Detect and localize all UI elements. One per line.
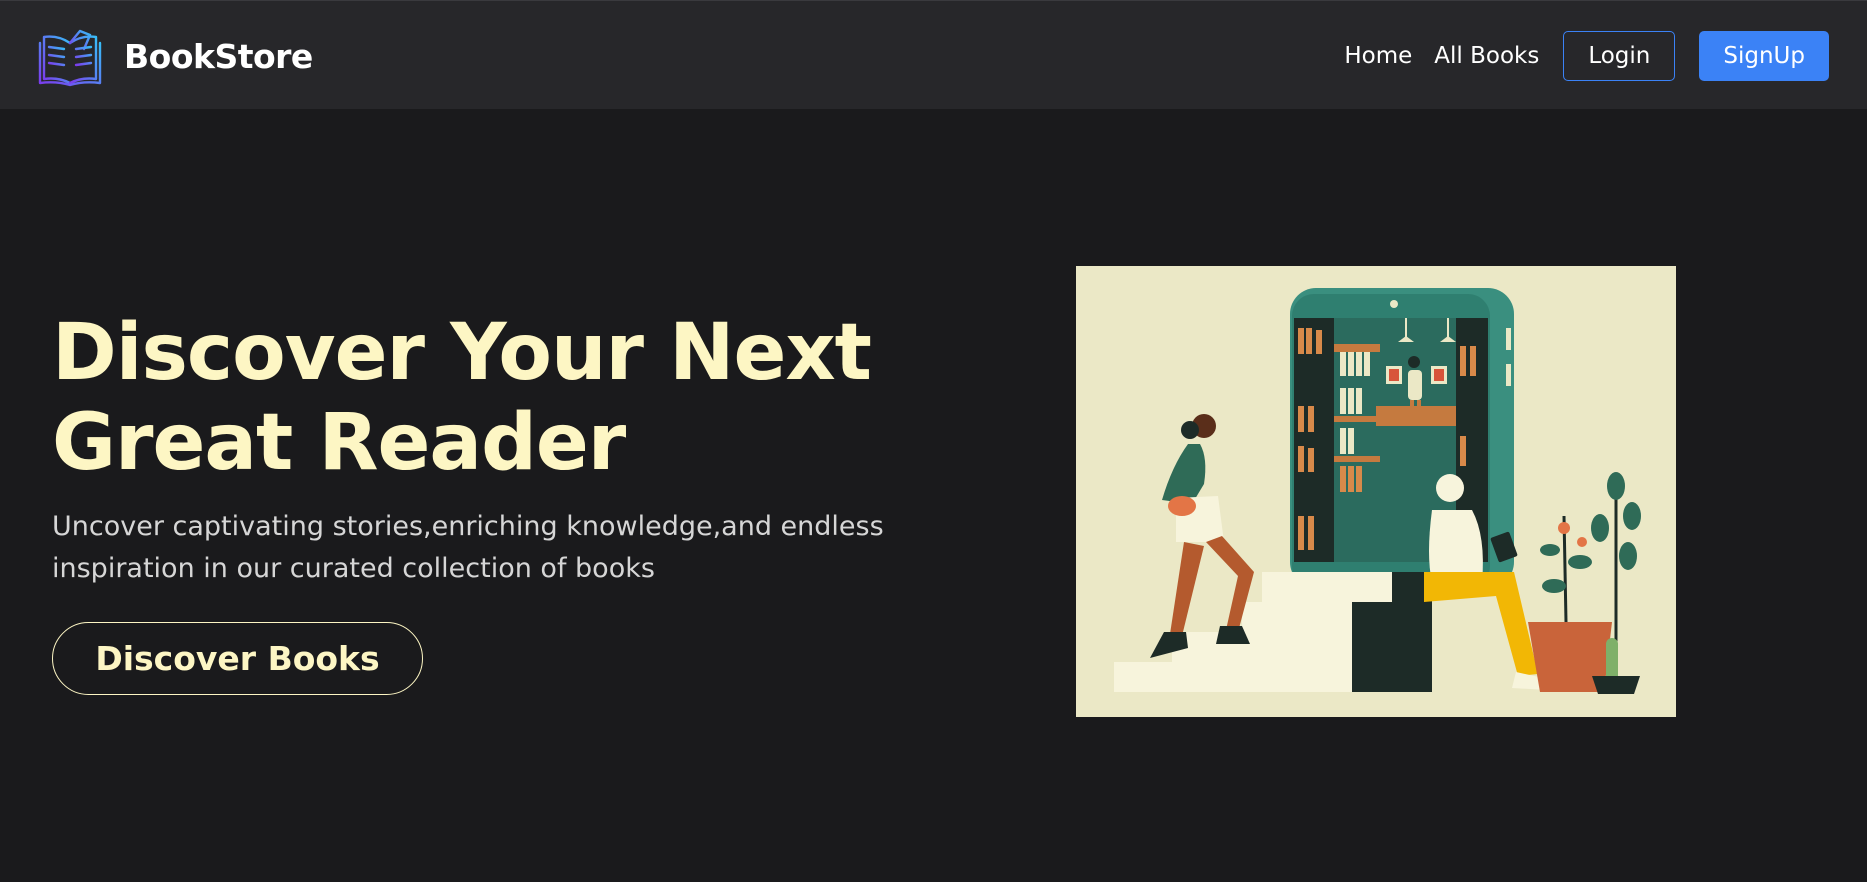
hero-title-line-2: Great Reader bbox=[52, 398, 626, 488]
hero-title-line-1: Discover Your Next bbox=[52, 308, 872, 398]
nav-links: Home All Books Login SignUp bbox=[1344, 31, 1829, 81]
login-button[interactable]: Login bbox=[1563, 31, 1676, 81]
discover-books-button[interactable]: Discover Books bbox=[52, 622, 423, 695]
nav-link-home[interactable]: Home bbox=[1344, 31, 1412, 81]
hero-illustration bbox=[1076, 266, 1676, 717]
navbar: BookStore Home All Books Login SignUp bbox=[0, 0, 1867, 109]
brand-name: BookStore bbox=[124, 37, 313, 76]
signup-button[interactable]: SignUp bbox=[1699, 31, 1829, 81]
hero-subtitle: Uncover captivating stories,enriching kn… bbox=[52, 511, 884, 584]
brand-link[interactable]: BookStore bbox=[38, 27, 313, 87]
open-book-icon bbox=[38, 27, 102, 87]
nav-link-all-books[interactable]: All Books bbox=[1434, 31, 1539, 81]
hero-title: Discover Your Next Great Reader bbox=[52, 308, 952, 488]
